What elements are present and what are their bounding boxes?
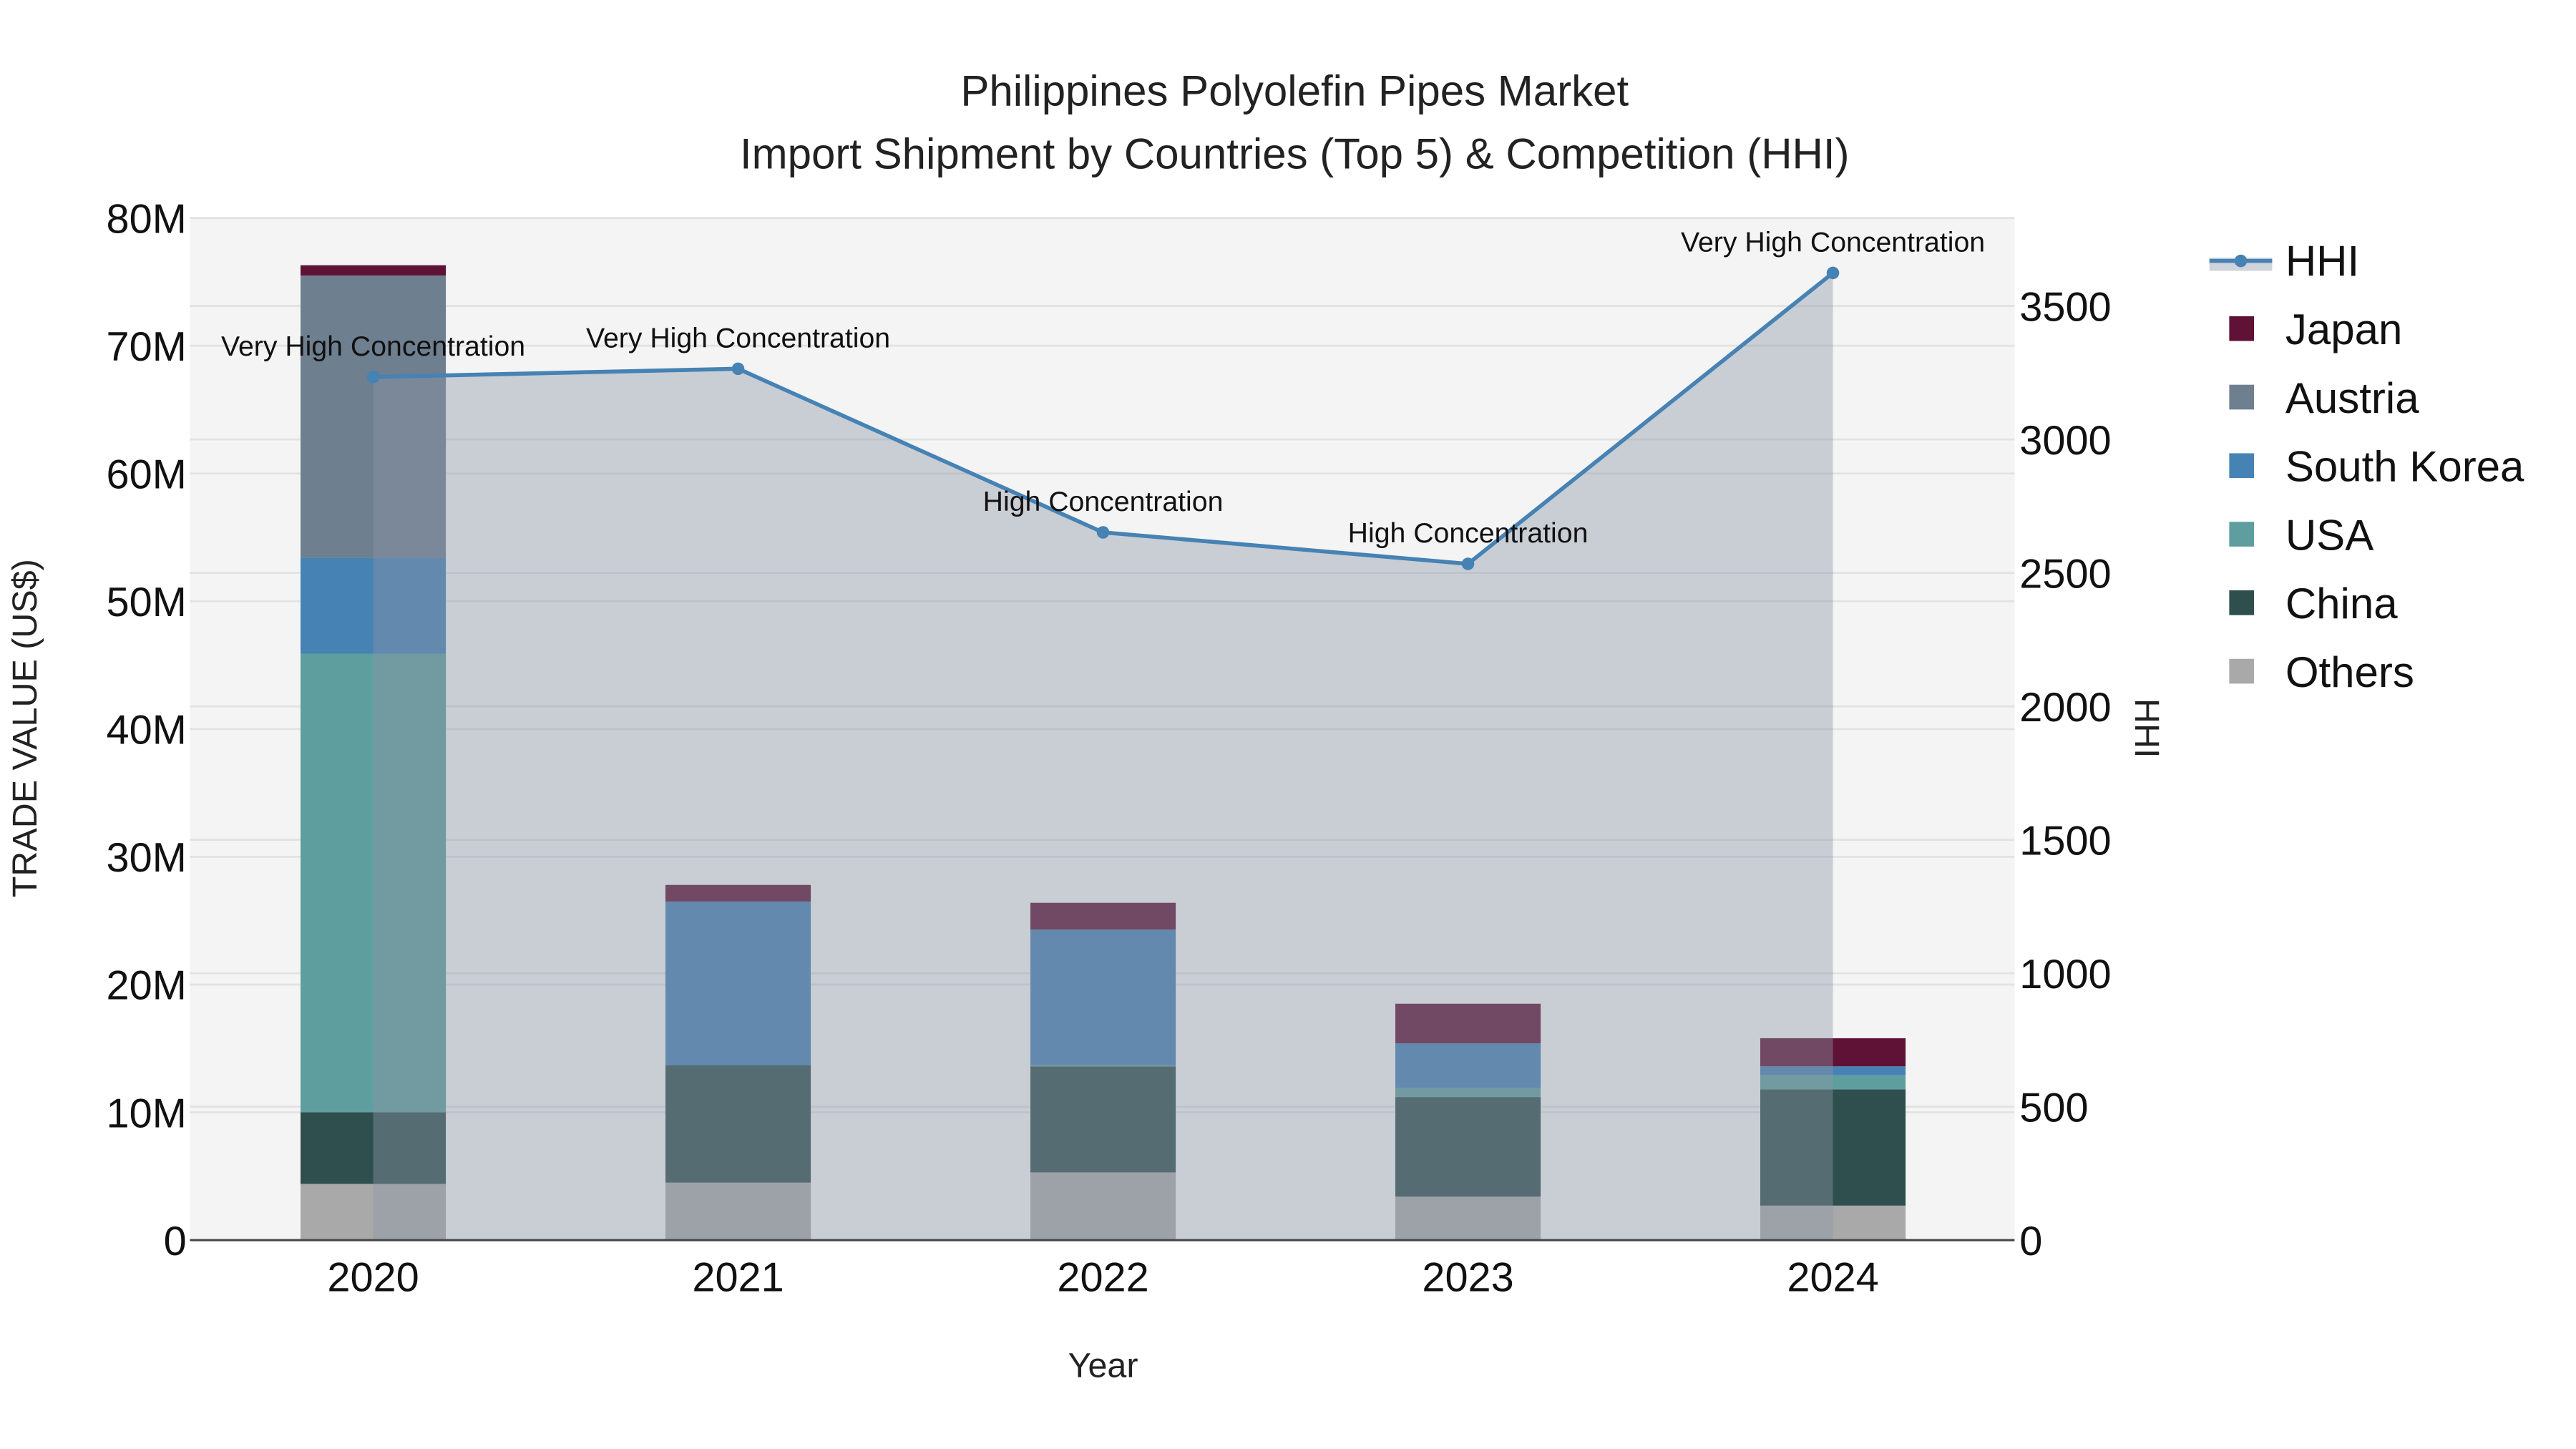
- x-tick-label: 2020: [327, 1255, 419, 1301]
- legend-swatch: [2229, 658, 2254, 684]
- hhi-annotation: High Concentration: [983, 486, 1224, 517]
- legend-item-japan[interactable]: Japan: [2229, 306, 2402, 353]
- legend-swatch: [2229, 522, 2254, 547]
- chart-title: Philippines Polyolefin Pipes Market: [960, 67, 1629, 115]
- legend-item-hhi[interactable]: HHI: [2209, 237, 2359, 285]
- hhi-point: [1096, 526, 1110, 539]
- legend-item-usa[interactable]: USA: [2229, 511, 2373, 559]
- y-tick-label: 70M: [107, 324, 187, 370]
- y2-axis-title: HHI: [2127, 698, 2166, 758]
- legend-swatch: [2229, 590, 2254, 615]
- y2-tick-label: 3000: [2019, 418, 2111, 464]
- legend-label: Others: [2285, 648, 2414, 696]
- bar-japan-2020: [301, 265, 447, 275]
- legend-item-south-korea[interactable]: South Korea: [2229, 443, 2524, 491]
- legend-hhi-marker: [2234, 254, 2248, 268]
- legend-swatch: [2229, 384, 2254, 410]
- y-tick-label: 40M: [107, 708, 187, 753]
- hhi-annotation: High Concentration: [1348, 517, 1589, 549]
- legend-label: USA: [2285, 511, 2373, 559]
- y2-tick-label: 500: [2019, 1085, 2088, 1131]
- legend-swatch: [2229, 316, 2254, 341]
- hhi-point: [1461, 557, 1475, 570]
- y-tick-label: 60M: [107, 452, 187, 498]
- y2-tick-label: 3500: [2019, 284, 2111, 330]
- y-tick-label: 80M: [107, 196, 187, 242]
- legend-label: HHI: [2285, 237, 2359, 285]
- legend-item-austria[interactable]: Austria: [2229, 374, 2419, 422]
- y-tick-label: 50M: [107, 580, 187, 625]
- legend-label: South Korea: [2285, 443, 2524, 491]
- legend-swatch: [2229, 453, 2254, 479]
- hhi-point: [731, 362, 745, 376]
- y2-tick-label: 1500: [2019, 818, 2111, 864]
- y2-tick-label: 1000: [2019, 952, 2111, 997]
- y-tick-label: 10M: [107, 1091, 187, 1136]
- x-axis-title: Year: [1068, 1347, 1138, 1385]
- legend-item-china[interactable]: China: [2229, 580, 2398, 628]
- x-tick-label: 2024: [1787, 1255, 1878, 1301]
- y-axis-title: TRADE VALUE (US$): [6, 559, 44, 897]
- legend-label: Austria: [2285, 374, 2419, 422]
- chart: Very High Concentration Very High Concent…: [6, 67, 2524, 1385]
- legend-label: Japan: [2285, 306, 2402, 353]
- hhi-annotation: Very High Concentration: [586, 322, 890, 353]
- x-tick-label: 2023: [1422, 1255, 1513, 1301]
- hhi-point: [366, 371, 380, 384]
- chart-subtitle: Import Shipment by Countries (Top 5) & C…: [740, 130, 1850, 177]
- y2-tick-label: 2500: [2019, 551, 2111, 597]
- legend-item-others[interactable]: Others: [2229, 648, 2414, 696]
- hhi-annotation: Very High Concentration: [1681, 226, 1985, 258]
- x-tick-label: 2021: [692, 1255, 784, 1301]
- y2-tick-label: 0: [2019, 1219, 2042, 1264]
- y-tick-label: 0: [164, 1219, 187, 1264]
- hhi-annotation: Very High Concentration: [221, 331, 525, 362]
- y-tick-label: 20M: [107, 963, 187, 1009]
- x-tick-label: 2022: [1057, 1255, 1148, 1301]
- y-tick-label: 30M: [107, 835, 187, 881]
- hhi-point: [1826, 266, 1840, 280]
- legend-label: China: [2285, 580, 2398, 628]
- y2-tick-label: 2000: [2019, 685, 2111, 731]
